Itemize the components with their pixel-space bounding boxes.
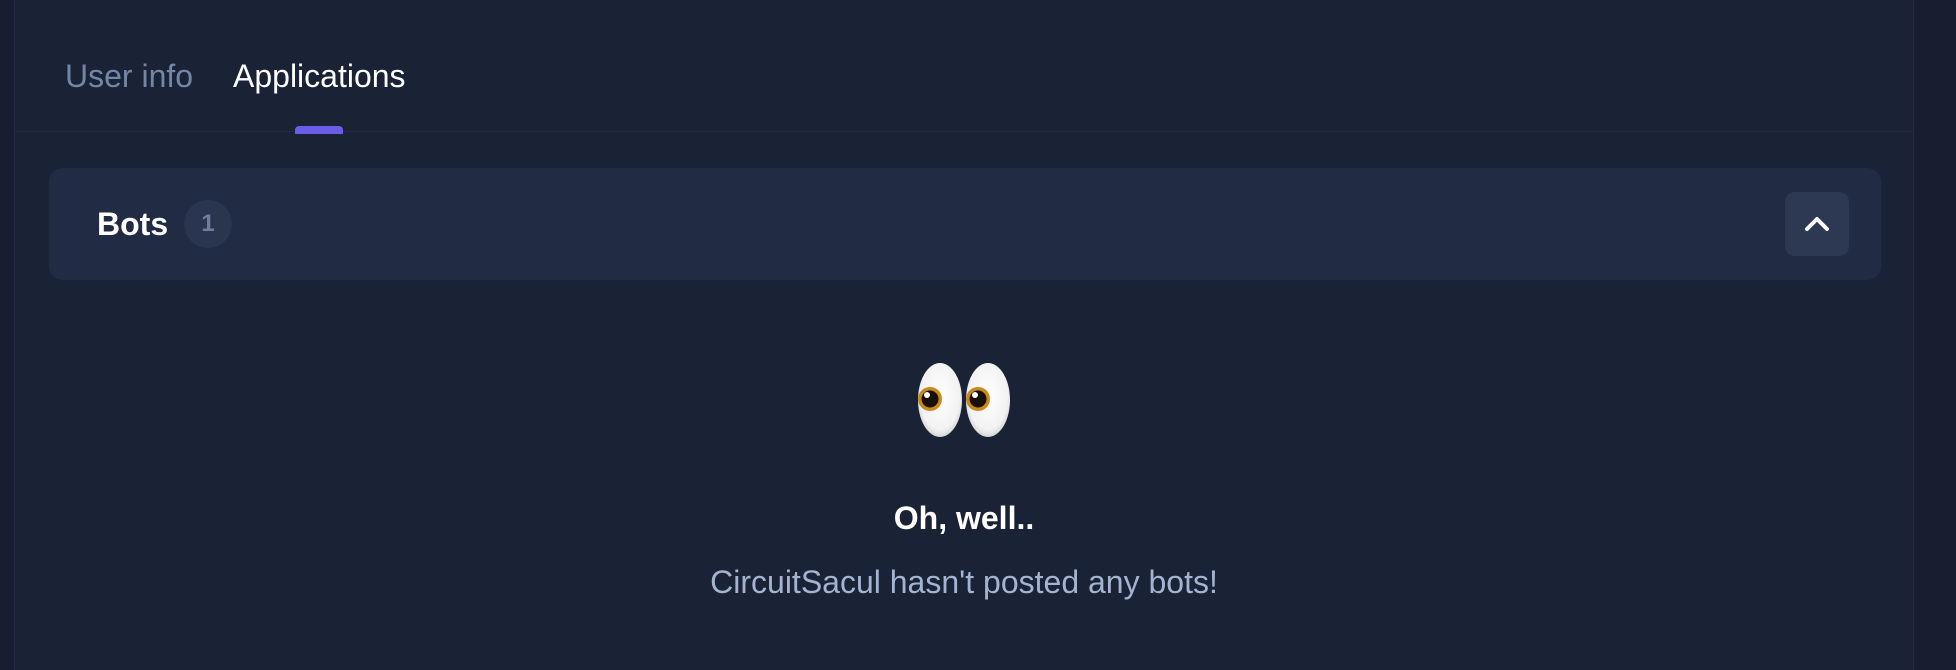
bots-count-badge: 1 — [184, 200, 232, 248]
collapse-bots-button[interactable] — [1785, 192, 1849, 256]
tab-user-info[interactable]: User info — [65, 56, 193, 96]
eyes-icon — [918, 363, 1010, 437]
active-tab-indicator — [295, 126, 343, 134]
empty-state-title: Oh, well.. — [893, 500, 1035, 536]
empty-state: Oh, well.. CircuitSacul hasn't posted an… — [15, 360, 1913, 600]
bots-section-header[interactable]: Bots 1 — [49, 168, 1881, 280]
profile-panel: User info Applications Bots 1 Oh, well..… — [14, 0, 1914, 670]
bots-section-title: Bots — [97, 206, 169, 242]
empty-state-message: CircuitSacul hasn't posted any bots! — [710, 564, 1218, 600]
tab-bar: User info Applications — [15, 0, 1913, 134]
chevron-up-icon — [1805, 217, 1829, 231]
tab-applications[interactable]: Applications — [233, 56, 406, 96]
